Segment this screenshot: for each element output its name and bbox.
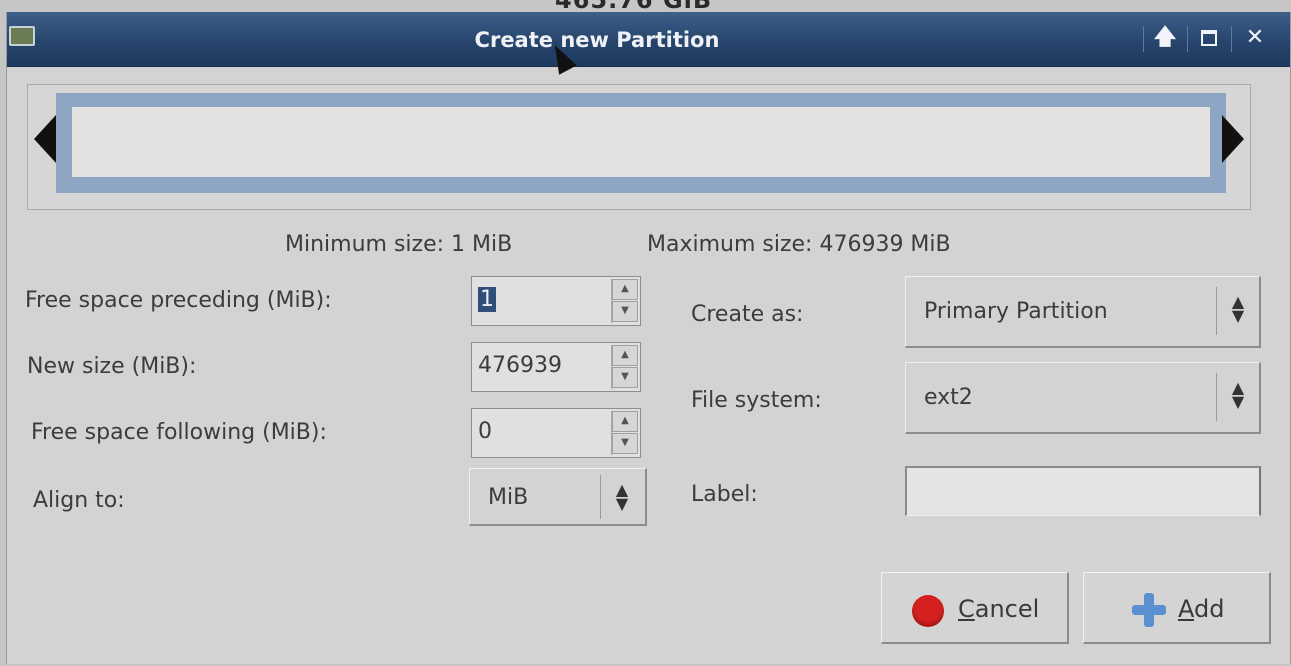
free-space-preceding-spinner[interactable]: 1 ▲ ▼	[471, 276, 641, 326]
partition-label-input[interactable]	[905, 466, 1261, 516]
cancel-mnemonic: C	[958, 595, 975, 623]
title-bar[interactable]: Create new Partition 🡅 ✕	[7, 12, 1290, 67]
left-resize-arrow-icon[interactable]	[34, 115, 56, 163]
spin-down-icon[interactable]: ▼	[612, 433, 638, 454]
new-size-label: New size (MiB):	[27, 354, 197, 379]
title-separator	[1143, 26, 1144, 52]
cancel-label-rest: ancel	[974, 595, 1040, 623]
new-size-spinner[interactable]: 476939 ▲ ▼	[471, 342, 641, 392]
add-button[interactable]: Add	[1083, 572, 1271, 644]
up-down-arrows-icon: ▲ ▼	[1231, 378, 1245, 411]
right-resize-arrow-icon[interactable]	[1222, 115, 1244, 163]
arrow-up-icon: 🡅	[1153, 25, 1177, 50]
add-button-label: Add	[1178, 595, 1224, 623]
maximize-button[interactable]	[1191, 24, 1227, 52]
close-icon: ✕	[1245, 25, 1265, 50]
combo-separator	[1216, 373, 1217, 421]
align-to-combo[interactable]: MiB ▲ ▼	[469, 468, 647, 526]
add-label-rest: dd	[1194, 595, 1225, 623]
spin-up-icon[interactable]: ▲	[612, 279, 638, 300]
partition-fill	[72, 107, 1210, 177]
maximum-size-label: Maximum size: 476939 MiB	[647, 232, 951, 257]
free-space-preceding-value[interactable]: 1	[478, 287, 496, 312]
spin-down-icon[interactable]: ▼	[612, 367, 638, 388]
create-as-value: Primary Partition	[924, 299, 1108, 324]
screen: 465.76 GiB Create new Partition 🡅 ✕ Mini…	[0, 0, 1291, 666]
partition-bar[interactable]	[56, 93, 1226, 193]
spin-buttons: ▲ ▼	[611, 411, 638, 455]
align-to-value: MiB	[488, 485, 529, 510]
new-size-value[interactable]: 476939	[478, 353, 562, 378]
free-space-preceding-label: Free space preceding (MiB):	[25, 288, 332, 313]
file-system-label: File system:	[691, 388, 822, 413]
file-system-combo[interactable]: ext2 ▲ ▼	[905, 362, 1261, 434]
cancel-button[interactable]: Cancel	[881, 572, 1069, 644]
spin-buttons: ▲ ▼	[611, 345, 638, 389]
add-mnemonic: A	[1178, 595, 1194, 623]
partition-resizer[interactable]	[27, 84, 1251, 210]
spin-up-icon[interactable]: ▲	[612, 411, 638, 432]
title-separator	[1231, 26, 1232, 52]
up-down-arrows-icon: ▲ ▼	[1231, 292, 1245, 325]
combo-separator	[1216, 287, 1217, 335]
create-as-combo[interactable]: Primary Partition ▲ ▼	[905, 276, 1261, 348]
free-space-following-value[interactable]: 0	[478, 419, 492, 444]
close-button[interactable]: ✕	[1237, 24, 1273, 52]
maximize-icon	[1201, 30, 1217, 46]
create-partition-dialog: Create new Partition 🡅 ✕ Minimum size: 1…	[6, 12, 1291, 664]
title-separator	[1187, 26, 1188, 52]
spin-down-icon[interactable]: ▼	[612, 301, 638, 322]
stop-icon	[912, 595, 944, 627]
free-space-following-label: Free space following (MiB):	[31, 420, 327, 445]
create-as-label: Create as:	[691, 302, 804, 327]
combo-separator	[600, 475, 601, 519]
align-to-label: Align to:	[33, 488, 125, 513]
file-system-value: ext2	[924, 385, 973, 410]
window-title: Create new Partition	[474, 28, 720, 52]
plus-icon	[1132, 593, 1166, 627]
minimum-size-label: Minimum size: 1 MiB	[285, 232, 513, 257]
partition-label-label: Label:	[691, 482, 758, 507]
spin-buttons: ▲ ▼	[611, 279, 638, 323]
spin-up-icon[interactable]: ▲	[612, 345, 638, 366]
free-space-following-spinner[interactable]: 0 ▲ ▼	[471, 408, 641, 458]
up-down-arrows-icon: ▲ ▼	[615, 480, 629, 513]
cancel-button-label: Cancel	[958, 595, 1039, 623]
shade-button[interactable]: 🡅	[1147, 24, 1183, 52]
